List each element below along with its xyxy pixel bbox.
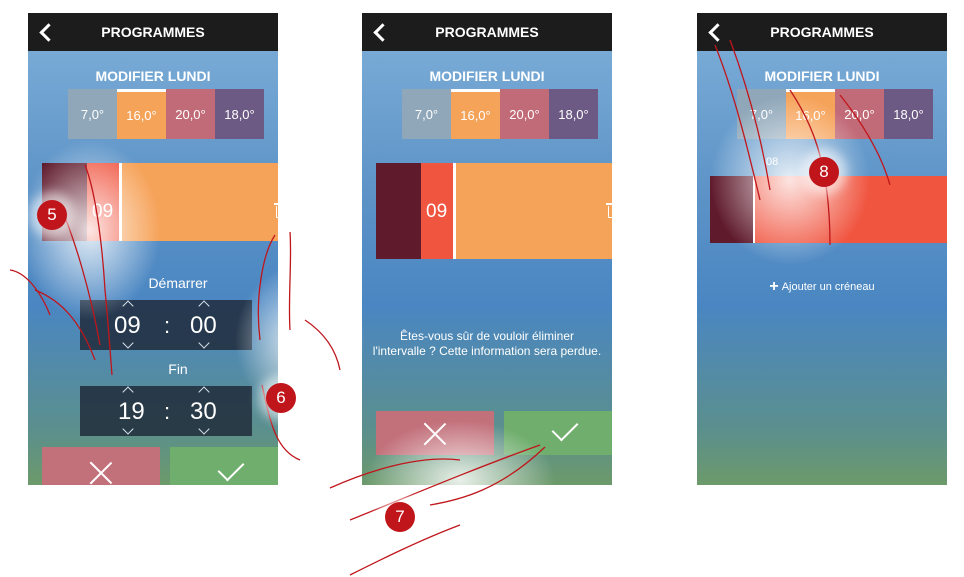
plus-icon: + — [769, 278, 779, 295]
timeline-segment-dark[interactable] — [376, 163, 421, 259]
start-minute[interactable]: 00 — [190, 312, 217, 340]
check-icon — [551, 414, 579, 442]
screen-edit-interval: PROGRAMMES MODIFIER LUNDI 7,0° 16,0° 20,… — [28, 13, 278, 485]
segment-hour-label: 09 — [92, 201, 114, 222]
end-hour-up-icon[interactable] — [122, 386, 134, 398]
confirm-button[interactable] — [170, 447, 278, 485]
temp-option-2[interactable]: 16,0° — [451, 89, 500, 139]
step-badge-7: 7 — [385, 502, 415, 532]
start-label: Démarrer — [148, 275, 208, 291]
delete-confirmation-message: Êtes-vous sûr de vouloir éliminer l'inte… — [372, 329, 602, 358]
timeline-segment-red[interactable] — [753, 176, 947, 243]
check-icon — [217, 454, 245, 482]
page-title: PROGRAMMES — [101, 24, 205, 40]
close-icon — [89, 461, 113, 485]
screen-confirm-delete: PROGRAMMES MODIFIER LUNDI 7,0° 16,0° 20,… — [362, 13, 612, 485]
end-hour[interactable]: 19 — [118, 398, 145, 426]
step-badge-8: 8 — [809, 157, 839, 187]
timeline-segment-selected[interactable]: 09 — [421, 163, 453, 259]
cancel-button[interactable] — [376, 411, 494, 455]
day-title: MODIFIER LUNDI — [95, 68, 211, 84]
timeline-segment-orange[interactable] — [453, 163, 612, 259]
step-badge-6: 6 — [266, 383, 296, 413]
top-bar: PROGRAMMES — [28, 13, 278, 51]
day-timeline: 09 — [376, 163, 612, 259]
temperature-selector: 7,0° 16,0° 20,0° 18,0° — [402, 89, 598, 139]
segment-hour-label: 09 — [426, 201, 448, 222]
segment-divider — [453, 163, 456, 259]
add-slot-button[interactable]: + Ajouter un créneau — [697, 278, 947, 296]
temperature-selector: 7,0° 16,0° 20,0° 18,0° — [68, 89, 264, 139]
day-title: MODIFIER LUNDI — [764, 68, 880, 84]
start-minute-up-icon[interactable] — [198, 300, 210, 312]
temp-option-4[interactable]: 18,0° — [884, 89, 933, 139]
end-minute[interactable]: 30 — [190, 398, 217, 426]
temp-option-1[interactable]: 7,0° — [402, 89, 451, 139]
segment-hour-label: 08 — [766, 156, 779, 168]
top-bar: PROGRAMMES — [362, 13, 612, 51]
add-slot-label: Ajouter un créneau — [781, 281, 875, 293]
page-title: PROGRAMMES — [435, 24, 539, 40]
end-separator: : — [164, 399, 171, 424]
temp-option-2[interactable]: 16,0° — [117, 89, 166, 139]
day-title: MODIFIER LUNDI — [429, 68, 545, 84]
segment-divider — [119, 163, 122, 241]
trash-icon[interactable] — [274, 203, 278, 219]
temp-option-1[interactable]: 7,0° — [737, 89, 786, 139]
close-icon — [423, 422, 447, 446]
screen-after-delete: PROGRAMMES MODIFIER LUNDI 7,0° 16,0° 20,… — [697, 13, 947, 485]
step-badge-5: 5 — [37, 200, 67, 230]
day-timeline: 09 — [42, 163, 278, 241]
temp-option-3[interactable]: 20,0° — [166, 89, 215, 139]
confirm-button[interactable] — [504, 411, 612, 455]
start-time-picker[interactable]: 09 : 00 — [80, 300, 252, 350]
timeline-segment-dark[interactable]: 08 — [710, 156, 778, 243]
temp-option-1[interactable]: 7,0° — [68, 89, 117, 139]
timeline-segment-selected[interactable]: 09 — [87, 163, 119, 241]
end-label: Fin — [168, 361, 188, 377]
temp-option-4[interactable]: 18,0° — [215, 89, 264, 139]
start-separator: : — [164, 313, 171, 338]
start-hour-up-icon[interactable] — [122, 300, 134, 312]
start-hour[interactable]: 09 — [114, 312, 141, 340]
temp-option-3[interactable]: 20,0° — [500, 89, 549, 139]
end-time-picker[interactable]: 19 : 30 — [80, 386, 252, 436]
trash-icon[interactable] — [606, 203, 612, 219]
temp-option-2[interactable]: 16,0° — [786, 89, 835, 139]
timeline-segment-orange[interactable] — [119, 163, 278, 241]
top-bar: PROGRAMMES — [697, 13, 947, 51]
temp-option-3[interactable]: 20,0° — [835, 89, 884, 139]
page-title: PROGRAMMES — [770, 24, 874, 40]
end-minute-up-icon[interactable] — [198, 386, 210, 398]
cancel-button[interactable] — [42, 447, 160, 485]
temperature-selector: 7,0° 16,0° 20,0° 18,0° — [737, 89, 933, 139]
segment-divider — [753, 176, 755, 243]
temp-option-4[interactable]: 18,0° — [549, 89, 598, 139]
